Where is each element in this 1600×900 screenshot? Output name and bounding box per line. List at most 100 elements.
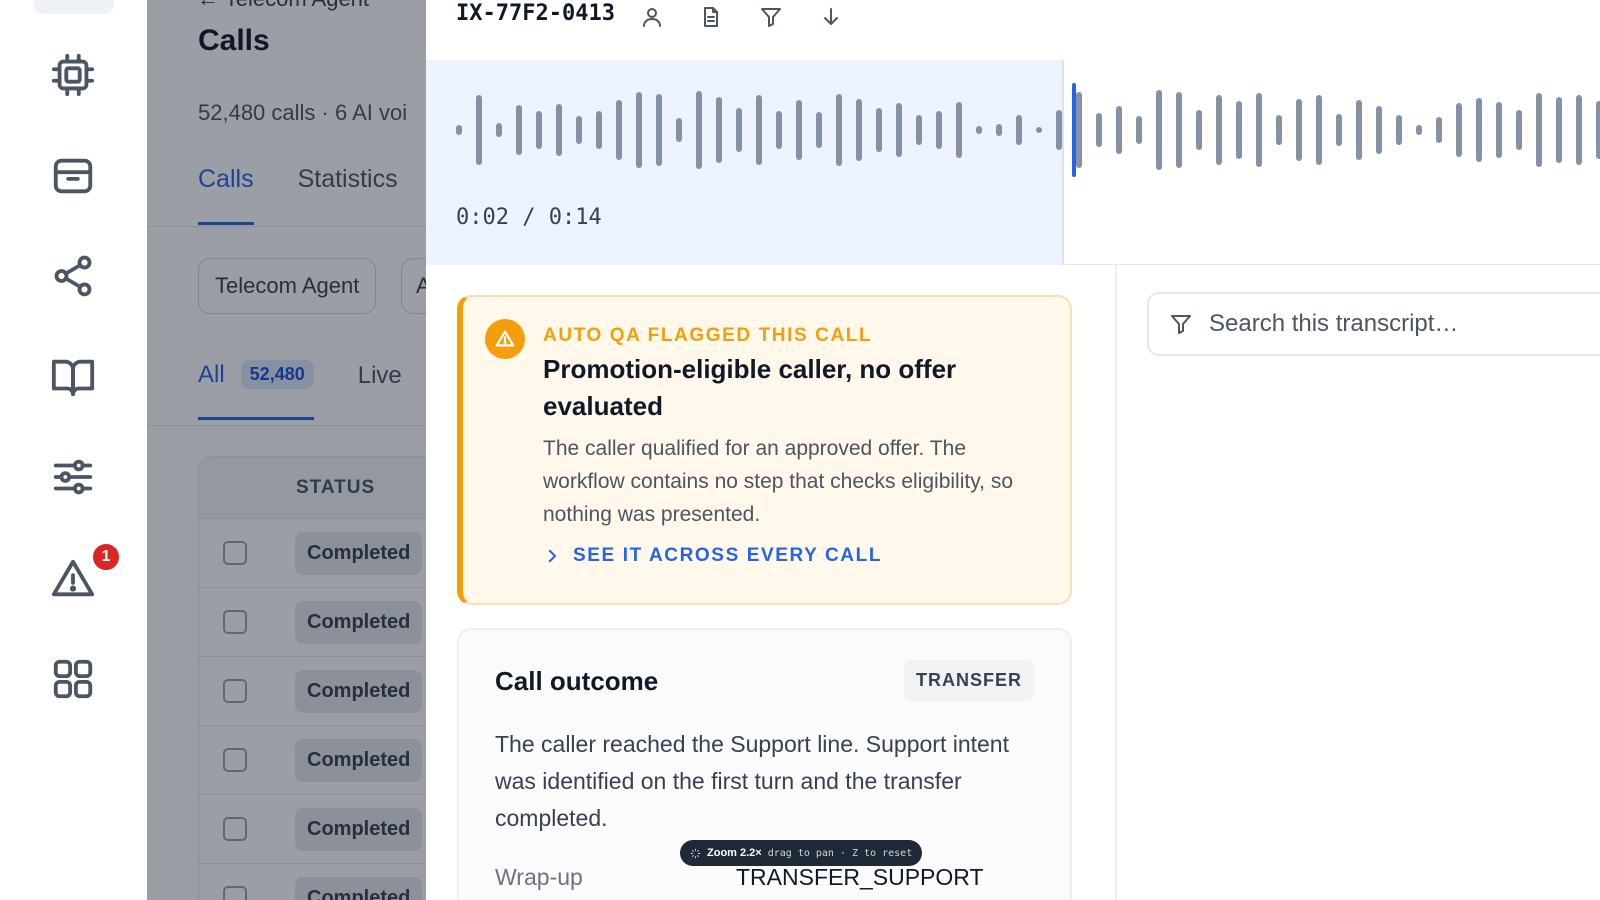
caller-icon[interactable] [637, 2, 667, 32]
download-icon[interactable] [816, 2, 846, 32]
waveform-bar [876, 108, 882, 152]
waveform-bar [856, 99, 862, 161]
waveform-bar [576, 116, 582, 144]
waveform-bar [1216, 95, 1222, 165]
cpu-icon[interactable] [49, 51, 97, 99]
notification-badge: 1 [91, 542, 121, 572]
waveform-bar [1396, 115, 1402, 145]
modal-backdrop[interactable] [147, 0, 426, 900]
wrapup-value: TRANSFER_SUPPORT [736, 864, 984, 890]
waveform-bar [776, 111, 782, 149]
waveform-bar [1256, 93, 1262, 167]
waveform-bar [1036, 127, 1042, 133]
call-outcome-description: The caller reached the Support line. Sup… [495, 731, 1009, 831]
grid-icon[interactable] [49, 655, 97, 703]
outcome-badge: TRANSFER [904, 660, 1034, 701]
waveform-bar [1096, 113, 1102, 147]
archive-icon[interactable] [49, 152, 97, 200]
waveform-bar [516, 105, 522, 155]
waveform-bar [1416, 125, 1422, 135]
waveform-bar [1316, 95, 1322, 165]
waveform-bar [1456, 103, 1462, 157]
waveform-bar [1436, 117, 1442, 143]
waveform-bar [1276, 115, 1282, 145]
transcript-search-input[interactable] [1209, 310, 1589, 338]
zoom-spinner-icon [690, 848, 701, 858]
waveform-bar [1136, 116, 1142, 144]
audio-waveform-player[interactable]: 0:02 / 0:14 [426, 60, 1600, 265]
panel-header: IX-77F2-0413 [426, 0, 1600, 60]
playback-time: 0:02 / 0:14 [456, 205, 602, 230]
waveform-bar [736, 108, 742, 152]
filter-icon[interactable] [756, 2, 786, 32]
waveform-bar [1336, 114, 1342, 146]
qa-flag-eyebrow: AUTO QA FLAGGED THIS CALL [543, 325, 873, 346]
waveform-bar [1016, 115, 1022, 145]
waveform-bar [636, 92, 642, 168]
share-icon[interactable] [49, 252, 97, 300]
waveform-bar [476, 95, 482, 165]
waveform-bar [496, 123, 502, 137]
waveform-bar [1576, 95, 1582, 165]
waveform-bar [1116, 106, 1122, 154]
waveform-bar [996, 124, 1002, 136]
filter-icon [1171, 315, 1191, 334]
icon-rail: 1 [0, 0, 147, 900]
waveform-bar [1596, 101, 1600, 159]
waveform-bar [676, 118, 682, 142]
call-detail-panel: IX-77F2-0413 0:02 / 0:14 AUTO QA FLAGGED… [426, 0, 1600, 900]
waveform-bar [1476, 98, 1482, 162]
zoom-level: Zoom 2.2× [707, 847, 762, 859]
sliders-icon[interactable] [49, 453, 97, 501]
zoom-instructions: drag to pan · Z to reset [767, 847, 913, 859]
waveform-bar [616, 100, 622, 160]
book-icon[interactable] [49, 353, 97, 401]
warning-icon [485, 319, 525, 359]
waveform-bar [716, 97, 722, 163]
waveform-bar [536, 111, 542, 149]
rail-active-indicator[interactable] [34, 0, 114, 14]
transcript-search [1147, 292, 1600, 356]
waveform-bar [456, 125, 462, 135]
document-icon[interactable] [696, 2, 726, 32]
waveform-bar [1536, 93, 1542, 167]
call-outcome-title: Call outcome [495, 666, 659, 696]
waveform-bar [976, 126, 982, 134]
waveform-bar [1556, 97, 1562, 163]
waveform-bar [836, 94, 842, 166]
waveform-bar [1356, 100, 1362, 160]
zoom-hint-pill: Zoom 2.2× drag to pan · Z to reset [680, 840, 923, 866]
call-id: IX-77F2-0413 [456, 1, 615, 26]
chevron-right-icon [548, 549, 556, 563]
waveform-bar [556, 104, 562, 156]
waveform-bar [1176, 92, 1182, 168]
waveform-bar [956, 102, 962, 158]
alert-icon[interactable] [49, 555, 97, 603]
waveform-bar [1496, 102, 1502, 158]
playhead[interactable] [1072, 83, 1076, 177]
waveform-bar [1196, 110, 1202, 150]
qa-flag-description: The caller qualified for an approved off… [543, 437, 1013, 526]
waveform-bar [916, 115, 922, 145]
waveform-bar [1076, 92, 1082, 168]
waveform-bar [1236, 101, 1242, 159]
qa-flag-title: Promotion-eligible caller, no offer eval… [543, 354, 957, 421]
waveform[interactable] [426, 60, 1600, 265]
waveform-bar [936, 111, 942, 149]
wrapup-label: Wrap-up [495, 864, 583, 890]
see-across-calls-label: SEE IT ACROSS EVERY CALL [573, 545, 883, 566]
waveform-bar [816, 112, 822, 148]
waveform-bar [656, 94, 662, 166]
see-across-calls-link[interactable]: SEE IT ACROSS EVERY CALL [543, 545, 882, 567]
column-divider [1115, 265, 1117, 900]
waveform-bar [1056, 110, 1062, 150]
waveform-bar [796, 100, 802, 160]
waveform-bar [596, 111, 602, 149]
waveform-bar [896, 103, 902, 157]
waveform-bar [1516, 110, 1522, 150]
waveform-bar [1296, 99, 1302, 161]
qa-flag-card: AUTO QA FLAGGED THIS CALL Promotion-elig… [457, 295, 1072, 605]
waveform-bar [1156, 90, 1162, 170]
waveform-bar [756, 95, 762, 165]
waveform-bar [696, 91, 702, 169]
